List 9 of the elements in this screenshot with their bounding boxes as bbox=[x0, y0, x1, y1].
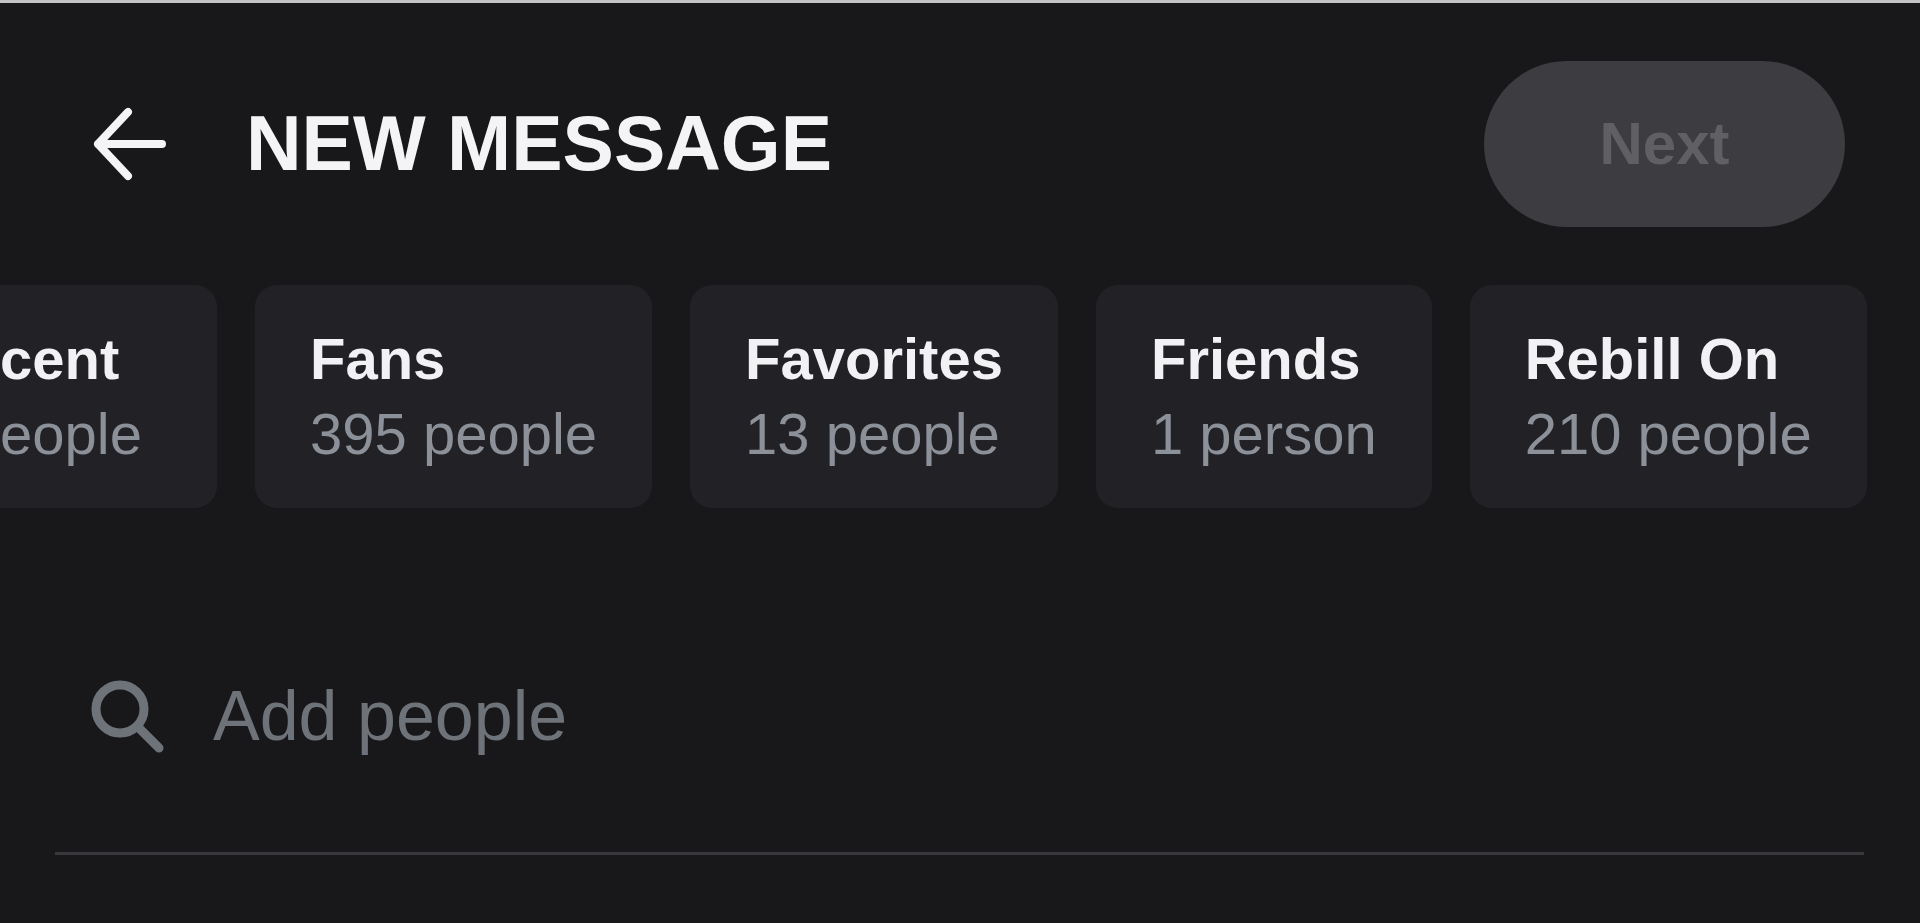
list-chip[interactable]: Friends 1 person bbox=[1095, 285, 1432, 508]
list-chip[interactable]: Fans 395 people bbox=[255, 285, 653, 508]
list-chip[interactable]: Favorites 13 people bbox=[690, 285, 1058, 508]
page-title: NEW MESSAGE bbox=[246, 99, 833, 188]
search-input[interactable]: Add people bbox=[213, 670, 1864, 762]
back-button[interactable] bbox=[92, 105, 166, 182]
arrow-left-icon bbox=[92, 105, 166, 182]
list-chip[interactable]: cent eople bbox=[0, 285, 217, 508]
list-chip[interactable]: Rebill On 210 people bbox=[1469, 285, 1867, 508]
